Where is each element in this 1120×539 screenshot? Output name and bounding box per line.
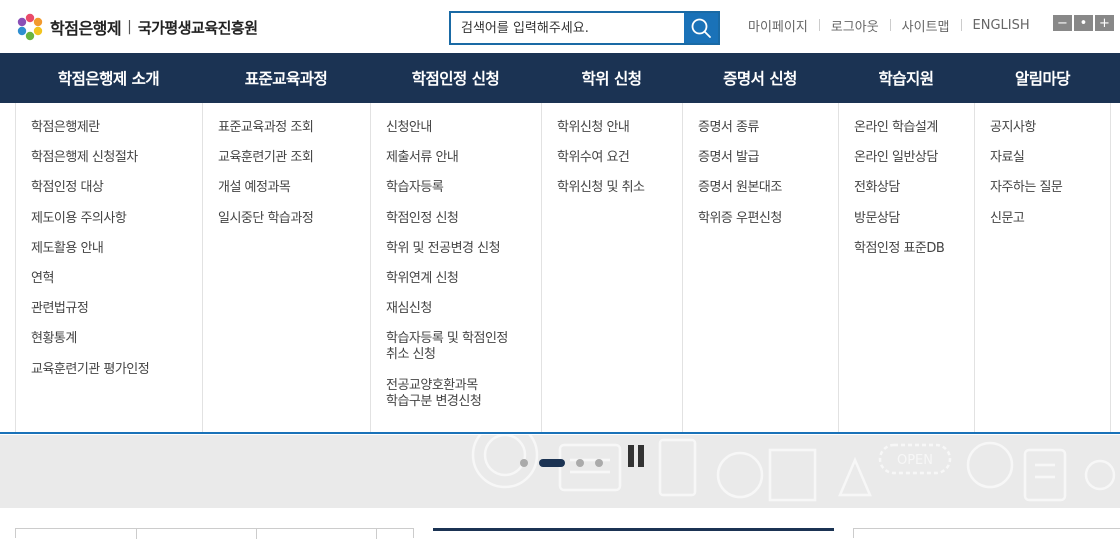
menu-link[interactable]: 전공교양호환과목 학습구분 변경신청	[386, 378, 508, 410]
menu-link[interactable]: 온라인 일반상담	[854, 150, 944, 166]
menu-link[interactable]: 현황통계	[31, 331, 149, 347]
menu-link[interactable]: 학습자등록	[386, 180, 508, 196]
search-input[interactable]	[451, 13, 684, 43]
menu-column-notice: 공지사항 자료실 자주하는 질문 신문고	[974, 103, 1111, 432]
menu-link[interactable]: 교육훈련기관 조회	[218, 150, 314, 166]
menu-link[interactable]: 자료실	[990, 150, 1062, 166]
slider-dot[interactable]	[576, 459, 584, 467]
menu-link[interactable]: 학점인정 신청	[386, 211, 508, 227]
utility-links: 마이페이지 로그아웃 사이트맵 ENGLISH	[748, 15, 1030, 35]
menu-link[interactable]: 교육훈련기관 평가인정	[31, 362, 150, 378]
menu-link[interactable]: 전화상담	[854, 180, 944, 196]
nav-credit-bank-intro[interactable]: 학점은행제 소개	[15, 53, 202, 103]
menu-link[interactable]: 제출서류 안내	[386, 150, 508, 166]
menu-link[interactable]: 학점은행제 신청절차	[31, 150, 149, 166]
logo-flower-icon	[15, 12, 45, 42]
slider-dot[interactable]	[595, 459, 603, 467]
menu-link[interactable]: 증명서 종류	[698, 120, 782, 136]
menu-link[interactable]: 개설 예정과목	[218, 180, 313, 196]
logo-title: 학점은행제	[50, 19, 122, 38]
menu-link[interactable]: 학점인정 대상	[31, 180, 149, 196]
site-logo[interactable]: 학점은행제 | 국가평생교육진흥원	[15, 12, 258, 42]
nav-degree-application[interactable]: 학위 신청	[541, 53, 682, 103]
menu-link[interactable]: 표준교육과정 조회	[218, 120, 314, 136]
search-box	[449, 11, 720, 45]
menu-link[interactable]: 학위연계 신청	[386, 271, 508, 287]
menu-link[interactable]: 학위수여 요건	[557, 150, 645, 166]
logout-link[interactable]: 로그아웃	[831, 16, 879, 35]
menu-link[interactable]: 자주하는 질문	[990, 180, 1063, 196]
divider	[889, 19, 891, 31]
menu-column-certificate: 증명서 종류 증명서 발급 증명서 원본대조 학위증 우편신청	[682, 103, 838, 432]
menu-link[interactable]: 학습자등록 및 학점인정 취소 신청	[386, 331, 508, 363]
menu-link[interactable]: 신청안내	[386, 120, 508, 136]
slider-dot[interactable]	[520, 459, 528, 467]
menu-link[interactable]: 학위신청 안내	[557, 120, 645, 136]
menu-link[interactable]: 연혁	[31, 271, 149, 287]
menu-link[interactable]: 공지사항	[990, 120, 1062, 136]
menu-link[interactable]: 관련법규정	[31, 301, 149, 317]
menu-link[interactable]: 증명서 발급	[698, 150, 782, 166]
menu-link[interactable]: 제도활용 안내	[31, 241, 149, 257]
main-navigation: 학점은행제 소개 표준교육과정 학점인정 신청 학위 신청 증명서 신청 학습지…	[0, 53, 1120, 103]
font-decrease-button[interactable]: −	[1053, 15, 1072, 31]
mega-menu: 학점은행제란 학점은행제 신청절차 학점인정 대상 제도이용 주의사항 제도활용…	[0, 103, 1120, 434]
menu-column-recognition: 신청안내 제출서류 안내 학습자등록 학점인정 신청 학위 및 전공변경 신청 …	[370, 103, 541, 432]
font-increase-button[interactable]: +	[1095, 15, 1114, 31]
nav-certificate[interactable]: 증명서 신청	[682, 53, 838, 103]
logo-subtitle: 국가평생교육진흥원	[137, 18, 258, 37]
menu-link[interactable]: 증명서 원본대조	[698, 180, 782, 196]
slider-dot-active[interactable]	[539, 459, 565, 467]
slider-pagination	[520, 459, 614, 467]
menu-column-support: 온라인 학습설계 온라인 일반상담 전화상담 방문상담 학점인정 표준DB	[838, 103, 974, 432]
menu-link[interactable]: 학위증 우편신청	[698, 211, 782, 227]
search-icon	[691, 18, 711, 38]
background-illustration: OPEN	[471, 435, 1116, 502]
font-size-controls: − • +	[1053, 15, 1114, 31]
menu-link[interactable]: 학점은행제란	[31, 120, 149, 136]
english-link[interactable]: ENGLISH	[973, 18, 1030, 33]
menu-column-intro: 학점은행제란 학점은행제 신청절차 학점인정 대상 제도이용 주의사항 제도활용…	[15, 103, 202, 432]
nav-standard-curriculum[interactable]: 표준교육과정	[202, 53, 370, 103]
content-preview	[0, 508, 1120, 539]
menu-link[interactable]: 재심신청	[386, 301, 508, 317]
menu-column-degree: 학위신청 안내 학위수여 요건 학위신청 및 취소	[541, 103, 682, 432]
menu-link[interactable]: 방문상담	[854, 211, 944, 227]
pause-icon[interactable]	[628, 445, 644, 467]
background-open-text: OPEN	[897, 453, 933, 468]
logo-separator: |	[127, 19, 132, 35]
mypage-link[interactable]: 마이페이지	[748, 16, 808, 35]
menu-link[interactable]: 제도이용 주의사항	[31, 211, 149, 227]
menu-link[interactable]: 신문고	[990, 211, 1062, 227]
menu-column-curriculum: 표준교육과정 조회 교육훈련기관 조회 개설 예정과목 일시중단 학습과정	[202, 103, 370, 432]
site-header: 학점은행제 | 국가평생교육진흥원 마이페이지 로그아웃 사이트맵 ENGLIS…	[0, 0, 1120, 53]
search-button[interactable]	[684, 13, 718, 43]
menu-link[interactable]: 온라인 학습설계	[854, 120, 944, 136]
nav-learning-support[interactable]: 학습지원	[838, 53, 974, 103]
menu-link[interactable]: 학위신청 및 취소	[557, 180, 645, 196]
menu-link[interactable]: 학위 및 전공변경 신청	[386, 241, 508, 257]
main-visual-slider: OPEN	[0, 435, 1120, 508]
menu-link[interactable]: 일시중단 학습과정	[218, 211, 314, 227]
nav-credit-recognition[interactable]: 학점인정 신청	[370, 53, 541, 103]
font-reset-button[interactable]: •	[1074, 15, 1093, 31]
divider	[960, 19, 962, 31]
divider	[818, 19, 820, 31]
nav-notice[interactable]: 알림마당	[974, 53, 1111, 103]
sitemap-link[interactable]: 사이트맵	[902, 16, 950, 35]
menu-link[interactable]: 학점인정 표준DB	[854, 241, 945, 257]
